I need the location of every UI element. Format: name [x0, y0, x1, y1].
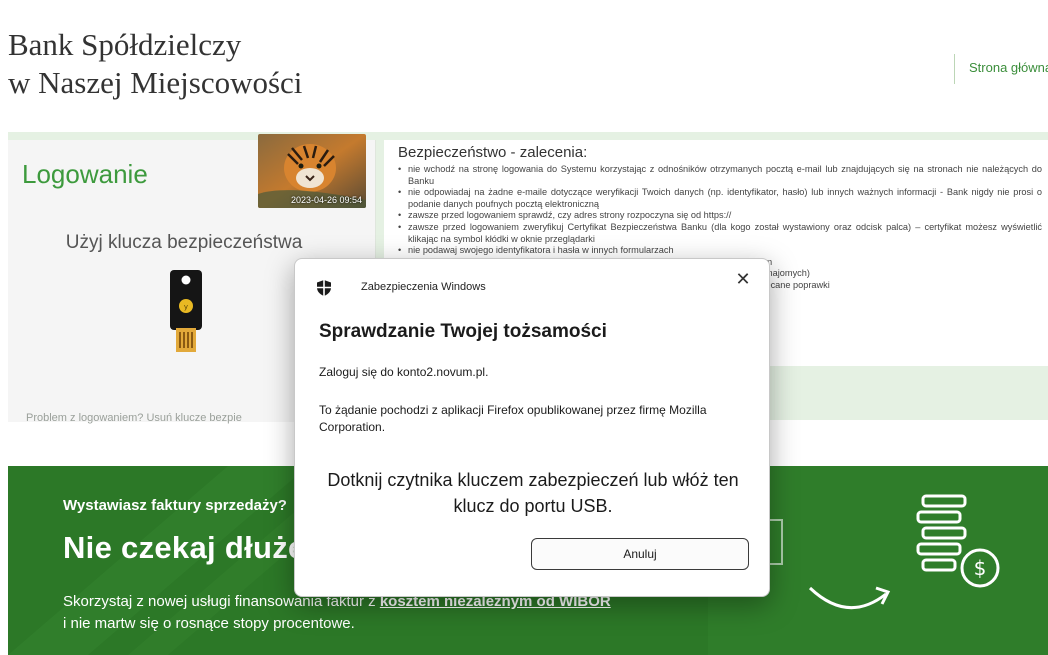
bank-name-line1: Bank Spółdzielczy — [8, 27, 242, 62]
site-header: Bank Spółdzielczy w Naszej Miejscowości … — [8, 8, 1048, 132]
promo-illustration: $ — [748, 494, 1000, 609]
nav-home-link[interactable]: Strona główna — [954, 54, 1048, 84]
list-item: nie wchodź na stronę logowania do System… — [398, 164, 1048, 187]
shield-icon — [317, 280, 331, 296]
dialog-app-name: Zabezpieczenia Windows — [361, 281, 486, 293]
list-item: zawsze przed logowaniem sprawdź, czy adr… — [398, 210, 1048, 222]
promo-text-line4: i nie martw się o rosnące stopy procento… — [63, 615, 355, 632]
list-item: nie podawaj swojego identyfikatora i has… — [398, 245, 1048, 257]
usb-key-icon: y — [170, 270, 202, 352]
list-item: zawsze przed logowaniem zweryfikuj Certy… — [398, 222, 1048, 245]
dialog-request-text: To żądanie pochodzi z aplikacji Firefox … — [319, 403, 707, 434]
arrow-icon — [808, 586, 887, 609]
login-title: Logowanie — [22, 159, 148, 189]
key-heading: Użyj klucza bezpieczeństwa — [65, 232, 303, 253]
windows-security-dialog: Zabezpieczenia Windows ✕ Sprawdzanie Two… — [294, 258, 770, 597]
list-item: nie odpowiadaj na żadne e-maile dotycząc… — [398, 187, 1048, 210]
promo-description: Skorzystaj z nowej usługi finansowania f… — [63, 591, 611, 635]
svg-text:$: $ — [974, 556, 987, 580]
cancel-button[interactable]: Anuluj — [531, 538, 749, 570]
security-image: 2023-04-26 09:54 — [258, 134, 366, 208]
dialog-sign-in-text: Zaloguj się do konto2.novum.pl. — [319, 365, 489, 379]
promo-question: Wystawiasz faktury sprzedaży? — [63, 497, 287, 514]
security-heading: Bezpieczeństwo - zalecenia: — [398, 144, 588, 161]
dialog-title: Sprawdzanie Twojej tożsamości — [319, 321, 607, 342]
dialog-instruction: Dotknij czytnika kluczem zabezpieczeń lu… — [327, 470, 739, 516]
promo-headline: Nie czekaj dłużej — [63, 530, 315, 565]
svg-text:y: y — [184, 303, 188, 311]
image-timestamp: 2023-04-26 09:54 — [290, 195, 362, 205]
bank-name[interactable]: Bank Spółdzielczy w Naszej Miejscowości — [8, 26, 302, 102]
close-icon[interactable]: ✕ — [727, 265, 759, 293]
bank-name-line2: w Naszej Miejscowości — [8, 65, 303, 100]
problem-login-link[interactable]: Problem z logowaniem? Usuń klucze bezpie — [26, 412, 296, 424]
